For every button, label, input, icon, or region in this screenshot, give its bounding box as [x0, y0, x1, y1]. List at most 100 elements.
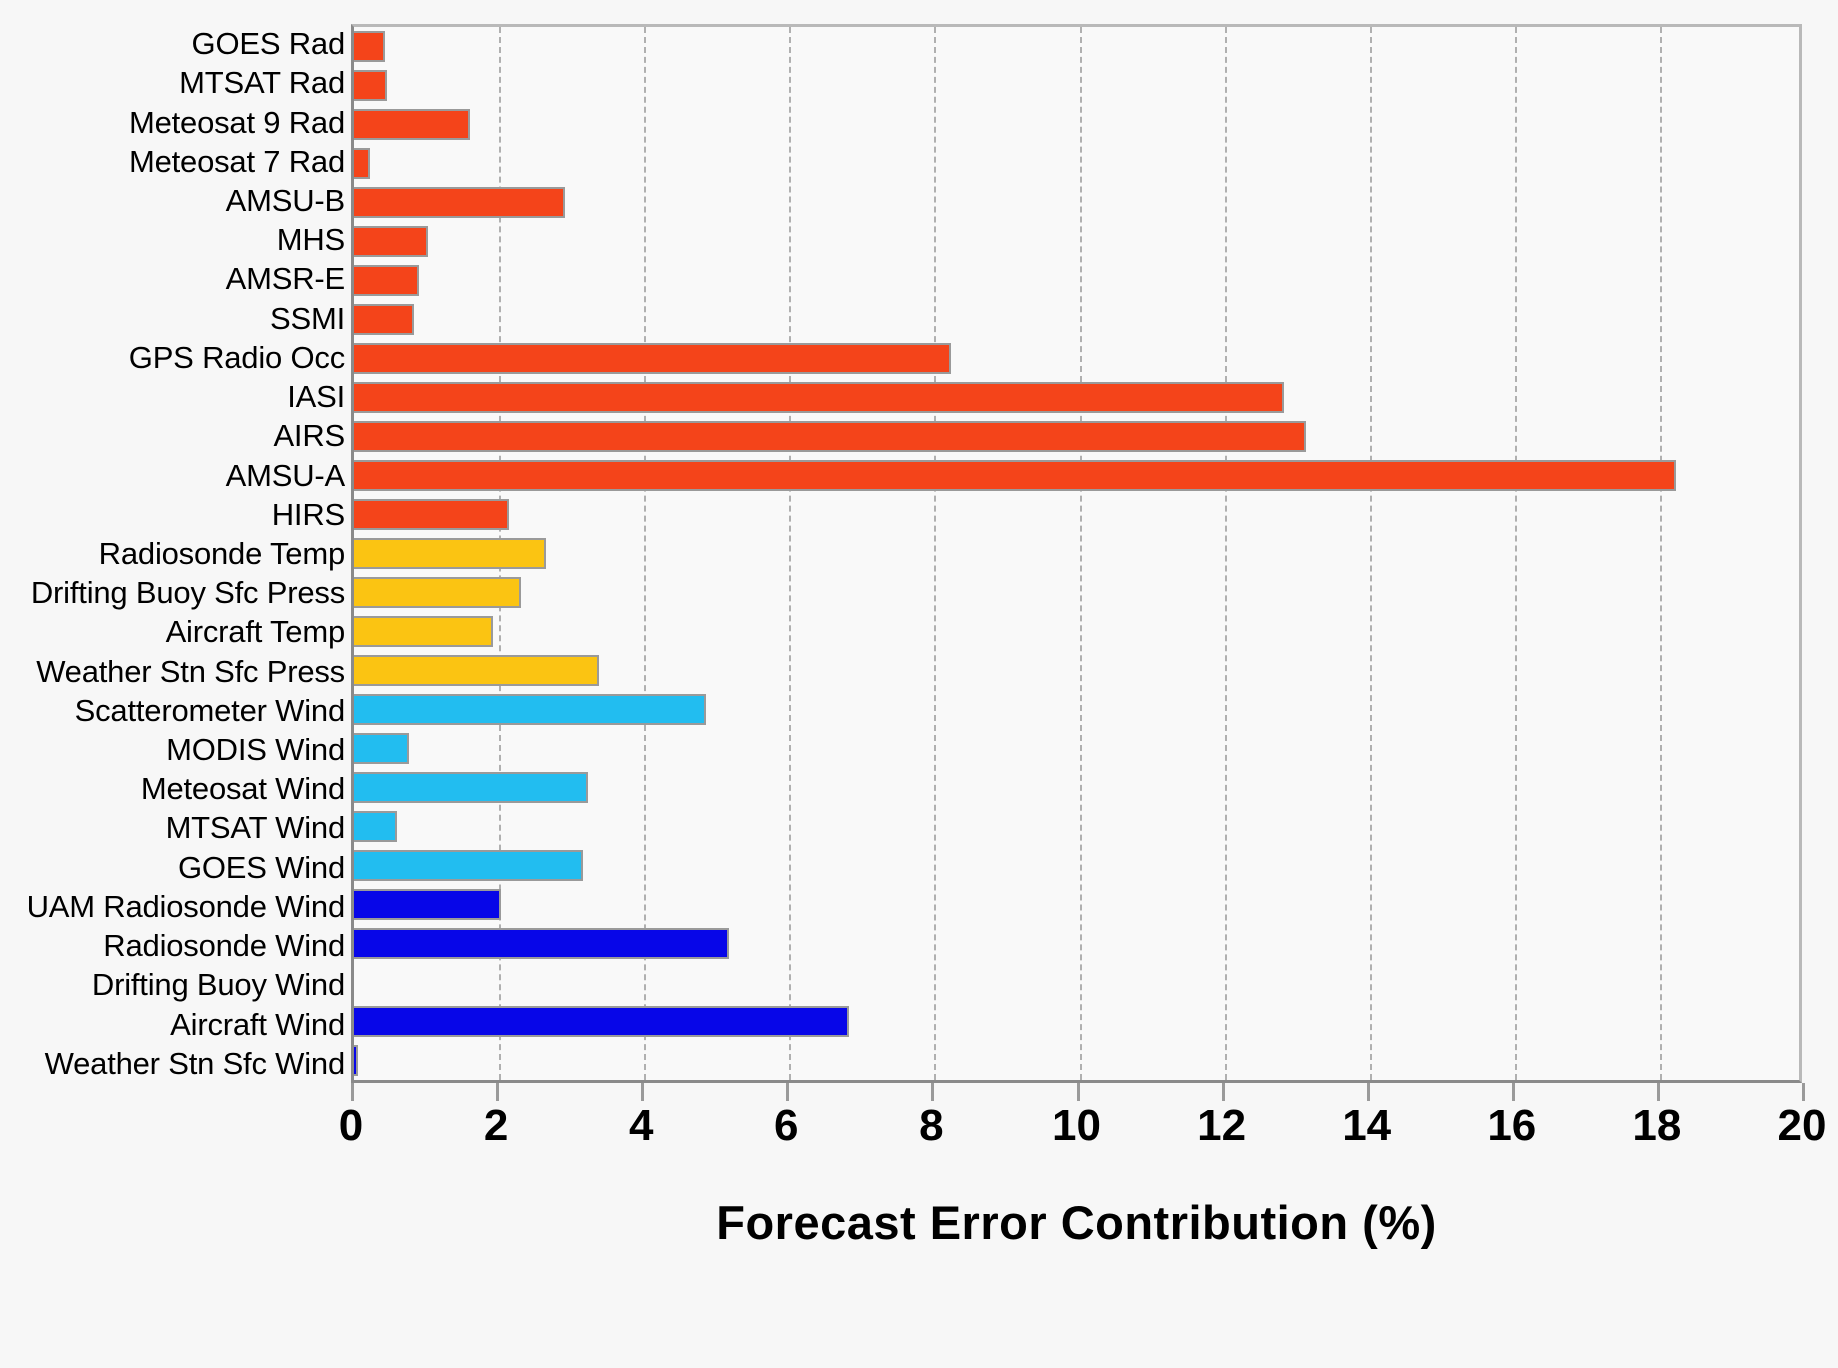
bar-row [354, 573, 1799, 612]
bar [354, 616, 493, 647]
bar-row [354, 690, 1799, 729]
y-axis-label: SSMI [270, 300, 345, 336]
bar [354, 343, 951, 374]
y-axis-label: IASI [287, 379, 345, 415]
y-axis-label: Meteosat Wind [140, 771, 345, 807]
bar [354, 382, 1285, 413]
bar-row [354, 963, 1799, 1002]
x-tick-mark [351, 1083, 354, 1101]
bar [354, 187, 565, 218]
bar-row [354, 105, 1799, 144]
bar-row [354, 807, 1799, 846]
y-axis-label: MTSAT Rad [179, 65, 345, 101]
x-tick-label: 16 [1487, 1101, 1537, 1150]
y-axis-label: Radiosonde Temp [98, 535, 346, 571]
bar [354, 304, 414, 335]
bar [354, 265, 419, 296]
y-axis-label: Meteosat 7 Rad [128, 143, 345, 179]
x-tick-label: 2 [483, 1101, 509, 1150]
x-tick-mark [1366, 1083, 1370, 1101]
y-axis-label: Weather Stn Sfc Wind [44, 1045, 346, 1081]
bar [354, 460, 1677, 491]
bar-row [354, 612, 1799, 651]
y-axis-label: GOES Wind [177, 849, 345, 885]
x-tick-label: 6 [774, 1101, 799, 1150]
x-tick-mark [931, 1083, 935, 1101]
forecast-error-contribution-chart: GOES Rad MTSAT Rad Meteosat 9 Rad Meteosat … [0, 0, 1838, 1368]
y-axis-label: Scatterometer Wind [74, 692, 346, 728]
bar [354, 577, 522, 608]
y-axis-label: GPS Radio Occ [128, 339, 345, 375]
bar-row [354, 768, 1799, 807]
bar-row [354, 885, 1799, 924]
y-axis-label: AIRS [273, 418, 345, 454]
y-axis-label: Aircraft Temp [165, 614, 346, 650]
x-tick-label: 18 [1632, 1101, 1682, 1150]
bar-series [354, 27, 1799, 1080]
bar-row [354, 339, 1799, 378]
bar [354, 31, 385, 62]
x-tick-label: 12 [1197, 1101, 1247, 1150]
x-axis-tick-labels: 0 2 4 6 8 10 12 14 16 18 20 [0, 1104, 1838, 1156]
bar [354, 928, 730, 959]
y-axis-label: AMSR-E [225, 261, 346, 297]
bar [354, 421, 1307, 452]
x-tick-label: 8 [919, 1101, 944, 1150]
y-axis-label: UAM Radiosonde Wind [26, 888, 346, 924]
bar [354, 1006, 849, 1037]
bar-row [354, 300, 1799, 339]
y-axis-label: MTSAT Wind [165, 810, 346, 846]
bar [354, 226, 429, 257]
x-axis-tick-marks [351, 1083, 1805, 1101]
bar-row [354, 261, 1799, 300]
x-tick-mark [1802, 1083, 1805, 1101]
bar-row [354, 846, 1799, 885]
x-tick-mark [786, 1083, 790, 1101]
y-axis-label: AMSU-B [225, 182, 346, 218]
x-tick-mark [641, 1083, 645, 1101]
bar [354, 538, 546, 569]
bar [354, 70, 387, 101]
bar-row [354, 534, 1799, 573]
y-axis-label: AMSU-A [225, 457, 346, 493]
y-axis-label: Meteosat 9 Rad [128, 104, 345, 140]
bar-row [354, 651, 1799, 690]
bar [354, 148, 371, 179]
y-axis-label: Radiosonde Wind [103, 928, 345, 964]
bar [354, 772, 588, 803]
bar-row [354, 1002, 1799, 1041]
y-axis-label: Drifting Buoy Sfc Press [30, 575, 345, 611]
bar-row [354, 495, 1799, 534]
bar-row [354, 924, 1799, 963]
plot-area [351, 24, 1802, 1083]
y-axis-label: GOES Rad [191, 26, 346, 62]
bar-row [354, 378, 1799, 417]
bar [354, 694, 707, 725]
bar-row [354, 729, 1799, 768]
bar-row [354, 417, 1799, 456]
y-axis-label: MHS [276, 222, 345, 258]
bar [354, 889, 501, 920]
bar-row [354, 183, 1799, 222]
x-tick-mark [1076, 1083, 1080, 1101]
y-axis-label: Aircraft Wind [170, 1006, 345, 1042]
x-axis-title: Forecast Error Contribution (%) [716, 1196, 1437, 1249]
x-tick-label: 20 [1777, 1101, 1827, 1150]
bar-row [354, 222, 1799, 261]
bar [354, 1045, 358, 1076]
bar [354, 655, 599, 686]
bar-row [354, 1041, 1799, 1080]
bar-row [354, 456, 1799, 495]
x-tick-mark [1221, 1083, 1225, 1101]
bar-row [354, 27, 1799, 66]
y-axis-label: HIRS [271, 496, 345, 532]
bar-row [354, 66, 1799, 105]
y-axis-label: Weather Stn Sfc Press [36, 653, 345, 689]
bar [354, 109, 471, 140]
y-axis-category-labels: GOES Rad MTSAT Rad Meteosat 9 Rad Meteosat … [0, 24, 351, 1083]
x-tick-label: 4 [628, 1101, 654, 1150]
bar [354, 811, 397, 842]
bar [354, 850, 583, 881]
x-tick-label: 0 [338, 1101, 364, 1150]
bar [354, 733, 409, 764]
